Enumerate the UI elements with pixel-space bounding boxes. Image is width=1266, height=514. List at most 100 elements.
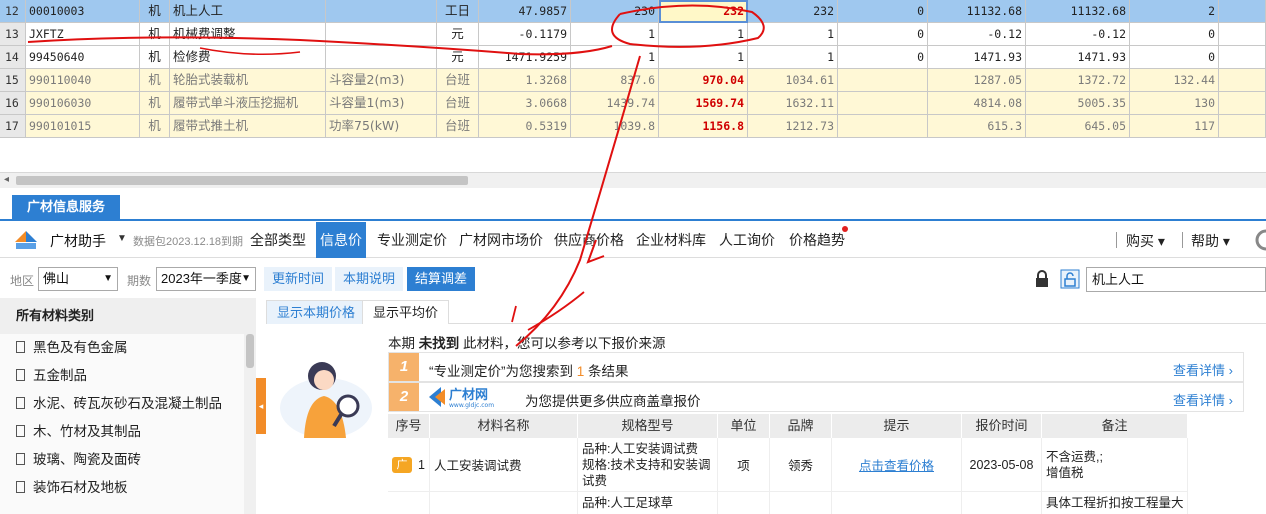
unlock-icon[interactable] [1060, 269, 1080, 289]
sidebar-item[interactable]: 木、竹材及其制品 [0, 418, 244, 446]
sidebar-scrollbar[interactable] [244, 334, 256, 514]
buy-menu[interactable]: 购买 ▾ [1126, 231, 1165, 251]
grid-cell-_e[interactable] [1219, 115, 1266, 138]
grid-cell-qty2[interactable]: 1569.74 [659, 92, 748, 115]
grid-cell-type[interactable]: 机 [140, 69, 170, 92]
grid-cell-unit[interactable]: 台班 [437, 115, 479, 138]
grid-cell-rownum[interactable]: 12 [0, 0, 26, 23]
grid-cell-v1[interactable]: 0 [838, 0, 928, 23]
settlement-adjust-button[interactable]: 结算调差 [407, 267, 476, 291]
grid-cell-v4[interactable]: 132.44 [1130, 69, 1219, 92]
grid-cell-name[interactable]: 轮胎式装载机 [170, 69, 326, 92]
service-tab[interactable]: 广材信息服务 [12, 195, 120, 219]
grid-cell-qty3[interactable]: 1 [748, 46, 838, 69]
period-explain-button[interactable]: 本期说明 [335, 267, 404, 291]
grid-cell-v3[interactable]: 5005.35 [1026, 92, 1130, 115]
grid-cell-rownum[interactable]: 15 [0, 69, 26, 92]
grid-cell-v1[interactable] [838, 115, 928, 138]
scrollbar-thumb[interactable] [246, 334, 254, 368]
table-row[interactable]: 17 990101015 机履带式推土机 功率75(kW) 台班 0.5319 1039.8… [0, 115, 1266, 138]
scroll-left-icon[interactable]: ◂ [4, 174, 9, 185]
grid-cell-_e[interactable] [1219, 92, 1266, 115]
grid-cell-type[interactable]: 机 [140, 115, 170, 138]
grid-cell-qty1[interactable]: 230 [571, 0, 659, 23]
grid-cell-unit[interactable]: 台班 [437, 69, 479, 92]
grid-cell-v3[interactable]: 1471.93 [1026, 46, 1130, 69]
grid-cell-qty1[interactable]: 1439.74 [571, 92, 659, 115]
grid-cell-name[interactable]: 履带式推土机 [170, 115, 326, 138]
grid-cell-v3[interactable]: -0.12 [1026, 23, 1130, 46]
grid-cell-price[interactable]: 1.3268 [479, 69, 571, 92]
grid-cell-v2[interactable]: 4814.08 [928, 92, 1026, 115]
tab-average-price[interactable]: 显示平均价 [362, 300, 450, 324]
grid-cell-name[interactable]: 机械费调整 [170, 23, 326, 46]
tab-info-price[interactable]: 信息价 [316, 222, 366, 258]
sidebar-item[interactable]: 五金制品 [0, 362, 244, 390]
grid-cell-qty1[interactable]: 1 [571, 23, 659, 46]
grid-cell-name[interactable]: 机上人工 [170, 0, 326, 23]
scrollbar-thumb[interactable] [16, 176, 468, 185]
grid-cell-_e[interactable] [1219, 69, 1266, 92]
period-select[interactable]: 2023年一季度 ▼ [156, 267, 256, 291]
grid-cell-qty1[interactable]: 837.6 [571, 69, 659, 92]
grid-cell-code[interactable]: 990106030 [26, 92, 140, 115]
grid-cell-price[interactable]: 47.9857 [479, 0, 571, 23]
grid-cell-v2[interactable]: 1287.05 [928, 69, 1026, 92]
table-cell-hint[interactable]: 点击查看价格 [832, 438, 962, 492]
tab-supplier-price[interactable]: 供应商价格 [550, 222, 628, 258]
view-details-link[interactable]: 查看详情 › [1173, 390, 1233, 409]
grid-cell-unit[interactable]: 元 [437, 46, 479, 69]
grid-cell-price[interactable]: -0.1179 [479, 23, 571, 46]
table-cell-hint[interactable] [832, 492, 962, 514]
grid-cell-v2[interactable]: 1471.93 [928, 46, 1026, 69]
grid-cell-rownum[interactable]: 16 [0, 92, 26, 115]
grid-cell-price[interactable]: 0.5319 [479, 115, 571, 138]
grid-cell-_e[interactable] [1219, 46, 1266, 69]
grid-cell-v4[interactable]: 2 [1130, 0, 1219, 23]
grid-cell-code[interactable]: JXFTZ [26, 23, 140, 46]
view-details-link[interactable]: 查看详情 › [1173, 360, 1233, 379]
grid-cell-qty2[interactable]: 1 [659, 23, 748, 46]
grid-cell-rownum[interactable]: 14 [0, 46, 26, 69]
grid-cell-spec[interactable] [326, 0, 437, 23]
grid-cell-unit[interactable]: 元 [437, 23, 479, 46]
grid-cell-_e[interactable] [1219, 0, 1266, 23]
grid-cell-v3[interactable]: 1372.72 [1026, 69, 1130, 92]
lock-icon[interactable] [1032, 269, 1052, 289]
grid-cell-qty2[interactable]: 1 [659, 46, 748, 69]
grid-cell-unit[interactable]: 台班 [437, 92, 479, 115]
grid-cell-v2[interactable]: 11132.68 [928, 0, 1026, 23]
grid-cell-spec[interactable]: 功率75(kW) [326, 115, 437, 138]
grid-cell-qty3[interactable]: 1034.61 [748, 69, 838, 92]
grid-cell-name[interactable]: 履带式单斗液压挖掘机 [170, 92, 326, 115]
grid-cell-spec[interactable]: 斗容量2(m3) [326, 69, 437, 92]
grid-cell-qty1[interactable]: 1 [571, 46, 659, 69]
grid-cell-code[interactable]: 00010003 [26, 0, 140, 23]
grid-cell-code[interactable]: 990101015 [26, 115, 140, 138]
search-circle-icon[interactable] [1254, 228, 1266, 252]
grid-cell-qty1[interactable]: 1039.8 [571, 115, 659, 138]
grid-cell-v2[interactable]: -0.12 [928, 23, 1026, 46]
grid-cell-qty3[interactable]: 1 [748, 23, 838, 46]
result-gldjc-supplier[interactable]: 2 广材网 www.gldjc.com 为您提供更多供应商盖章报价 查看详情 › [388, 382, 1244, 412]
grid-cell-v4[interactable]: 0 [1130, 46, 1219, 69]
grid-cell-v1[interactable] [838, 69, 928, 92]
table-row[interactable]: 16 990106030 机履带式单斗液压挖掘机 斗容量1(m3) 台班 3.0668 14… [0, 92, 1266, 115]
tab-enterprise-library[interactable]: 企业材料库 [632, 222, 710, 258]
grid-cell-qty3[interactable]: 232 [748, 0, 838, 23]
grid-cell-rownum[interactable]: 13 [0, 23, 26, 46]
grid-cell-v1[interactable] [838, 92, 928, 115]
sidebar-item[interactable]: 玻璃、陶瓷及面砖 [0, 446, 244, 474]
tab-current-price[interactable]: 显示本期价格 [266, 300, 367, 324]
grid-cell-code[interactable]: 99450640 [26, 46, 140, 69]
grid-cell-v4[interactable]: 117 [1130, 115, 1219, 138]
tab-price-trend[interactable]: 价格趋势 [785, 222, 849, 258]
grid-cell-_e[interactable] [1219, 23, 1266, 46]
grid-cell-type[interactable]: 机 [140, 92, 170, 115]
grid-cell-v3[interactable]: 11132.68 [1026, 0, 1130, 23]
table-row[interactable]: 13 JXFTZ 机机械费调整元 -0.1179 1 1 1 0 -0.12 -0.12 0 [0, 23, 1266, 46]
grid-cell-unit[interactable]: 工日 [437, 0, 479, 23]
grid-cell-v4[interactable]: 0 [1130, 23, 1219, 46]
grid-cell-type[interactable]: 机 [140, 23, 170, 46]
grid-cell-v1[interactable]: 0 [838, 46, 928, 69]
